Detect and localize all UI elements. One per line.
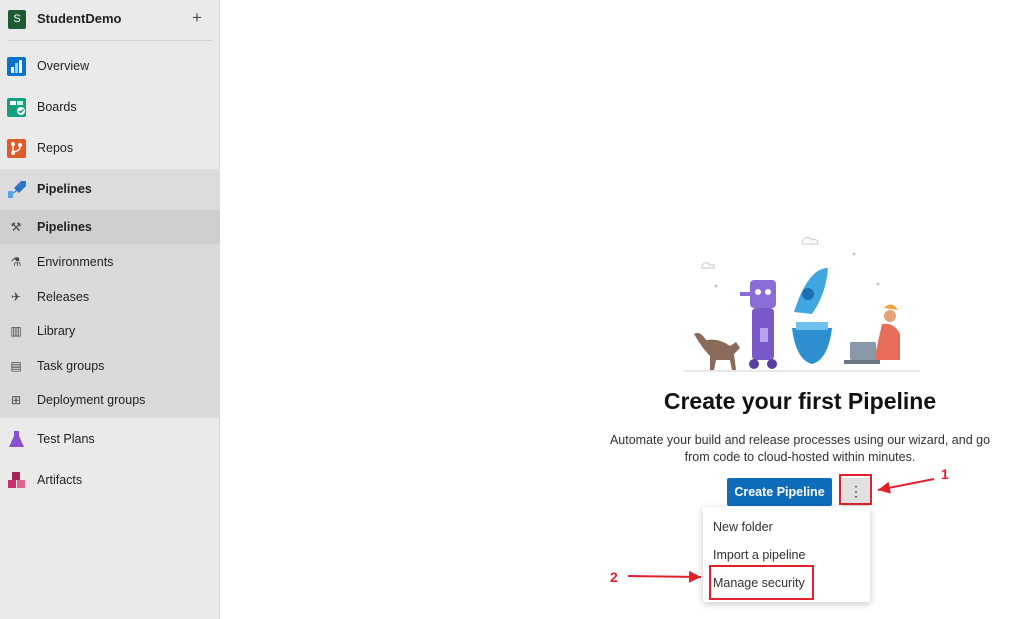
sidebar-subitem-pipelines[interactable]: ⚒ Pipelines	[0, 210, 220, 244]
environments-icon: ⚗	[10, 255, 22, 269]
sidebar-subitem-deployment-groups[interactable]: ⊞ Deployment groups	[0, 383, 220, 417]
pipelines-submenu: ⚒ Pipelines ⚗ Environments ✈ Releases ▥ …	[0, 210, 220, 418]
sidebar-item-test-plans[interactable]: Test Plans	[0, 419, 220, 460]
pipelines-sub-icon: ⚒	[10, 220, 22, 234]
sidebar-subitem-environments[interactable]: ⚗ Environments	[0, 245, 220, 279]
sidebar-item-label: Task groups	[37, 359, 105, 373]
sidebar-item-overview[interactable]: Overview	[0, 46, 220, 87]
sidebar-item-label: Library	[37, 324, 76, 338]
annotation-number-2: 2	[610, 569, 618, 585]
sidebar-item-label: Environments	[37, 255, 114, 269]
sidebar-item-label: Pipelines	[37, 220, 92, 234]
sidebar-item-label: Overview	[37, 59, 90, 73]
page-description: Automate your build and release processe…	[609, 433, 991, 464]
sidebar-subitem-library[interactable]: ▥ Library	[0, 314, 220, 348]
project-avatar: S	[8, 10, 26, 29]
left-navigation: S StudentDemo + Overview Boards Repos Pi…	[0, 0, 220, 619]
annotation-number-1: 1	[941, 466, 949, 482]
sidebar-subitem-task-groups[interactable]: ▤ Task groups	[0, 349, 220, 383]
divider	[8, 40, 212, 41]
sidebar-item-label: Test Plans	[37, 432, 95, 446]
deployment-groups-icon: ⊞	[10, 393, 22, 407]
sidebar-item-boards[interactable]: Boards	[0, 87, 220, 128]
sidebar-item-label: Repos	[37, 141, 74, 155]
sidebar-item-label: Deployment groups	[37, 393, 146, 407]
page-title: Create your first Pipeline	[663, 388, 937, 414]
artifacts-icon	[7, 471, 26, 490]
create-pipeline-button[interactable]: Create Pipeline	[727, 478, 832, 506]
pipeline-illustration	[684, 232, 920, 374]
sidebar-item-pipelines[interactable]: Pipelines	[0, 169, 220, 210]
sidebar-item-label: Boards	[37, 100, 77, 114]
sidebar-item-label: Artifacts	[37, 473, 83, 487]
sidebar-item-artifacts[interactable]: Artifacts	[0, 460, 220, 501]
annotation-highlight-more	[839, 474, 872, 505]
overview-icon	[7, 57, 26, 76]
arrow-1	[877, 478, 935, 494]
library-icon: ▥	[10, 324, 22, 338]
sidebar-item-label: Releases	[37, 290, 90, 304]
sidebar-item-repos[interactable]: Repos	[0, 128, 220, 169]
test-plans-icon	[7, 430, 26, 449]
sidebar-subitem-releases[interactable]: ✈ Releases	[0, 280, 220, 314]
task-groups-icon: ▤	[10, 359, 22, 373]
project-name[interactable]: StudentDemo	[37, 11, 122, 26]
menu-item-import-pipeline[interactable]: Import a pipeline	[713, 548, 805, 562]
menu-item-new-folder[interactable]: New folder	[713, 520, 773, 534]
boards-icon	[7, 98, 26, 117]
project-header[interactable]: S StudentDemo +	[0, 0, 220, 40]
releases-icon: ✈	[10, 290, 22, 304]
repos-icon	[7, 139, 26, 158]
arrow-2	[627, 570, 702, 583]
pipelines-icon	[7, 180, 26, 199]
annotation-highlight-manage-security	[709, 565, 814, 600]
add-icon[interactable]: +	[192, 8, 202, 28]
sidebar-item-label: Pipelines	[37, 182, 92, 196]
